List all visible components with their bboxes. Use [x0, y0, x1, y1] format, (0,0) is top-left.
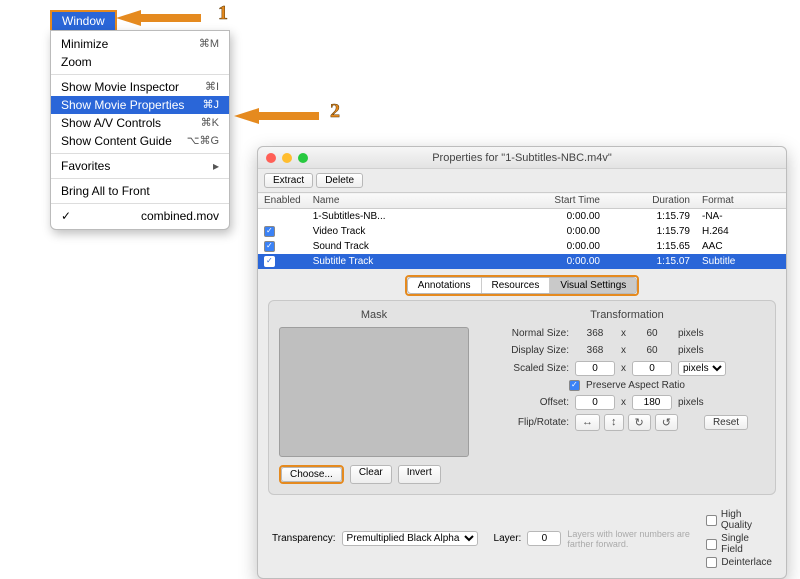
col-format[interactable]: Format — [696, 193, 786, 209]
extract-button[interactable]: Extract — [264, 173, 313, 188]
checkbox-icon[interactable] — [264, 241, 275, 252]
menu-item-show-inspector[interactable]: Show Movie Inspector⌘I — [51, 78, 229, 96]
table-row[interactable]: Sound Track 0:00.00 1:15.65 AAC — [258, 239, 786, 254]
rotate-ccw-icon[interactable]: ↺ — [655, 414, 678, 431]
col-duration[interactable]: Duration — [606, 193, 696, 209]
close-icon[interactable] — [266, 153, 276, 163]
flip-horizontal-icon[interactable]: ↔ — [575, 414, 600, 431]
offset-y-input[interactable] — [632, 395, 672, 410]
mask-preview — [279, 327, 469, 457]
menu-separator — [51, 203, 229, 204]
transparency-label: Transparency: — [272, 533, 336, 544]
normal-height: 60 — [632, 327, 672, 340]
transparency-select[interactable]: Premultiplied Black Alpha — [342, 531, 478, 546]
unit-select[interactable]: pixels — [678, 361, 726, 376]
high-quality-checkbox[interactable] — [706, 515, 716, 526]
mask-title: Mask — [279, 309, 469, 321]
display-width: 368 — [575, 344, 615, 357]
menu-item-minimize[interactable]: Minimize⌘M — [51, 35, 229, 53]
col-name[interactable]: Name — [307, 193, 516, 209]
normal-width: 368 — [575, 327, 615, 340]
normal-size-label: Normal Size: — [489, 328, 569, 339]
preserve-aspect-label: Preserve Aspect Ratio — [586, 380, 685, 391]
reset-button[interactable]: Reset — [704, 415, 748, 430]
menu-separator — [51, 153, 229, 154]
tab-visual-settings[interactable]: Visual Settings — [550, 278, 636, 293]
tab-bar: Annotations Resources Visual Settings — [258, 275, 786, 296]
display-height: 60 — [632, 344, 672, 357]
menu-title-window[interactable]: Window — [50, 10, 117, 32]
offset-label: Offset: — [489, 397, 569, 408]
delete-button[interactable]: Delete — [316, 173, 363, 188]
layer-note: Layers with lower numbers are farther fo… — [567, 529, 700, 549]
properties-window: Properties for "1-Subtitles-NBC.m4v" Ext… — [257, 146, 787, 579]
minimize-icon[interactable] — [282, 153, 292, 163]
transformation-title: Transformation — [489, 309, 765, 321]
menu-item-show-properties[interactable]: Show Movie Properties⌘J — [51, 96, 229, 114]
col-start[interactable]: Start Time — [516, 193, 606, 209]
zoom-icon[interactable] — [298, 153, 308, 163]
menu-item-zoom[interactable]: Zoom — [51, 53, 229, 71]
toolbar: Extract Delete — [258, 169, 786, 192]
single-field-checkbox[interactable] — [706, 539, 717, 550]
window-title: Properties for "1-Subtitles-NBC.m4v" — [258, 152, 786, 164]
menu-item-content-guide[interactable]: Show Content Guide⌥⌘G — [51, 132, 229, 150]
flip-vertical-icon[interactable]: ↕ — [604, 414, 624, 431]
checkbox-icon[interactable] — [264, 256, 275, 267]
deinterlace-checkbox[interactable] — [706, 557, 717, 568]
invert-button[interactable]: Invert — [398, 465, 441, 484]
menu-item-favorites[interactable]: Favorites — [51, 157, 229, 175]
layer-label: Layer: — [494, 533, 522, 544]
offset-x-input[interactable] — [575, 395, 615, 410]
menu-separator — [51, 74, 229, 75]
menu-item-combined-mov[interactable]: combined.mov — [51, 207, 229, 225]
menu-item-bring-front[interactable]: Bring All to Front — [51, 182, 229, 200]
menu-separator — [51, 178, 229, 179]
tab-annotations[interactable]: Annotations — [408, 278, 482, 293]
choose-button[interactable]: Choose... — [281, 467, 342, 482]
callout-number-2: 2 — [330, 100, 340, 123]
rotate-cw-icon[interactable]: ↻ — [628, 414, 651, 431]
visual-settings-panel: Mask Choose... Clear Invert Transformati… — [268, 300, 776, 495]
window-menu: Minimize⌘M Zoom Show Movie Inspector⌘I S… — [50, 30, 230, 230]
checkbox-icon[interactable] — [264, 226, 275, 237]
table-row[interactable]: 1-Subtitles-NB... 0:00.00 1:15.79 -NA- — [258, 209, 786, 225]
callout-number-1: 1 — [218, 2, 228, 25]
bottom-row: Transparency: Premultiplied Black Alpha … — [258, 505, 786, 578]
scaled-size-label: Scaled Size: — [489, 363, 569, 374]
layer-stepper[interactable] — [527, 531, 561, 546]
titlebar: Properties for "1-Subtitles-NBC.m4v" — [258, 147, 786, 169]
callout-arrow-1 — [116, 10, 141, 26]
table-row[interactable]: Video Track 0:00.00 1:15.79 H.264 — [258, 224, 786, 239]
tab-resources[interactable]: Resources — [482, 278, 551, 293]
scaled-width-input[interactable] — [575, 361, 615, 376]
table-row-selected[interactable]: Subtitle Track 0:00.00 1:15.07 Subtitle — [258, 254, 786, 269]
col-enabled[interactable]: Enabled — [258, 193, 307, 209]
flip-rotate-label: Flip/Rotate: — [489, 417, 569, 428]
display-size-label: Display Size: — [489, 345, 569, 356]
clear-button[interactable]: Clear — [350, 465, 392, 484]
menu-item-show-av[interactable]: Show A/V Controls⌘K — [51, 114, 229, 132]
callout-arrow-2 — [234, 108, 259, 124]
preserve-aspect-checkbox[interactable] — [569, 380, 580, 391]
track-table: Enabled Name Start Time Duration Format … — [258, 192, 786, 269]
scaled-height-input[interactable] — [632, 361, 672, 376]
